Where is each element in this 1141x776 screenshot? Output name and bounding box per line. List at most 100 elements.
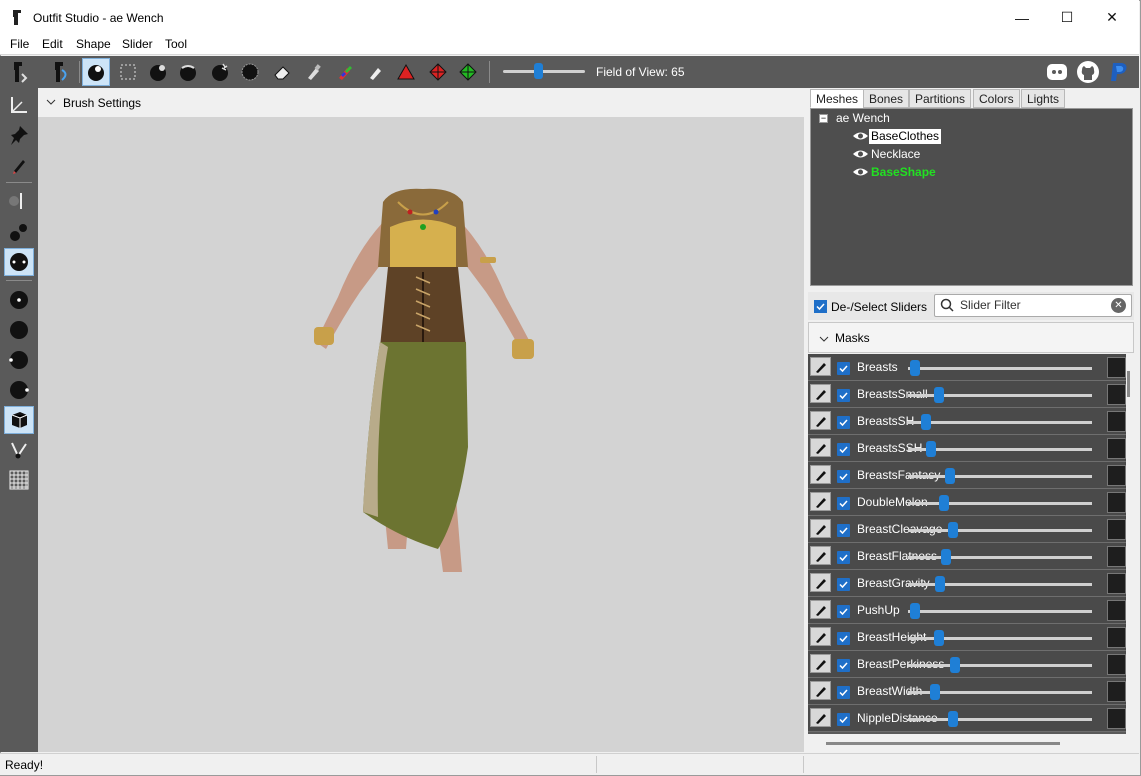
slider-edit-button[interactable] <box>810 681 831 700</box>
alpha-brush-button[interactable] <box>362 58 390 86</box>
brush-settings-bar[interactable] <box>38 88 804 117</box>
slider-value-box[interactable] <box>1107 438 1126 459</box>
slider-edit-button[interactable] <box>810 708 831 727</box>
discord-icon[interactable] <box>1046 61 1068 83</box>
slider-checkbox[interactable] <box>837 551 850 564</box>
undiff-brush-button[interactable] <box>236 58 264 86</box>
color-brush-button[interactable] <box>331 58 359 86</box>
deflate-brush-button[interactable] <box>144 58 172 86</box>
deselect-sliders-checkbox[interactable] <box>814 300 827 313</box>
slider-value-box[interactable] <box>1107 600 1126 621</box>
tab-bones[interactable]: Bones <box>863 89 910 108</box>
mesh-project-node[interactable]: ae Wench <box>836 111 890 126</box>
slider-edit-button[interactable] <box>810 411 831 430</box>
tab-partitions[interactable]: Partitions <box>909 89 972 108</box>
slider-value-box[interactable] <box>1107 654 1126 675</box>
tab-meshes[interactable]: Meshes <box>810 89 865 108</box>
inflate-brush-button[interactable] <box>82 58 110 86</box>
menu-slider[interactable]: Slider <box>122 37 153 51</box>
measure-tool-button[interactable] <box>4 91 34 119</box>
slider-edit-button[interactable] <box>810 654 831 673</box>
slider-value-box[interactable] <box>1107 465 1126 486</box>
pivot-button[interactable] <box>424 58 452 86</box>
slider-track[interactable] <box>908 475 1092 478</box>
slider-track[interactable] <box>908 421 1092 424</box>
slider-thumb[interactable] <box>933 387 944 403</box>
slider-value-box[interactable] <box>1107 573 1126 594</box>
slider-thumb[interactable] <box>926 441 937 457</box>
slider-value-box[interactable] <box>1107 492 1126 513</box>
slider-thumb[interactable] <box>944 468 955 484</box>
slider-value-box[interactable] <box>1107 357 1126 378</box>
right-point-button[interactable] <box>4 376 34 404</box>
slider-track[interactable] <box>908 529 1092 532</box>
weight-brush-button[interactable] <box>300 58 328 86</box>
slider-edit-button[interactable] <box>810 492 831 511</box>
slider-edit-button[interactable] <box>810 438 831 457</box>
bone-tool-button[interactable] <box>4 436 34 464</box>
slider-thumb[interactable] <box>940 549 951 565</box>
horizontal-scrollbar[interactable] <box>826 742 1060 745</box>
tab-colors[interactable]: Colors <box>973 89 1020 108</box>
slider-thumb[interactable] <box>939 495 950 511</box>
fov-slider-thumb[interactable] <box>534 63 543 79</box>
slider-checkbox[interactable] <box>837 686 850 699</box>
weld-tool-button[interactable] <box>4 218 34 246</box>
slider-edit-button[interactable] <box>810 357 831 376</box>
github-icon[interactable] <box>1076 60 1100 84</box>
slider-value-box[interactable] <box>1107 627 1126 648</box>
slider-checkbox[interactable] <box>837 470 850 483</box>
scrollbar-thumb[interactable] <box>1127 371 1130 397</box>
paypal-icon[interactable] <box>1108 60 1130 84</box>
tab-lights[interactable]: Lights <box>1021 89 1066 108</box>
slider-edit-button[interactable] <box>810 465 831 484</box>
slider-thumb[interactable] <box>909 603 920 619</box>
slider-value-box[interactable] <box>1107 708 1126 729</box>
slider-edit-button[interactable] <box>810 519 831 538</box>
mask-brush-button[interactable] <box>114 58 142 86</box>
slider-edit-button[interactable] <box>810 573 831 592</box>
eye-icon[interactable] <box>852 149 869 159</box>
slider-thumb[interactable] <box>933 630 944 646</box>
3d-viewport[interactable] <box>38 117 804 752</box>
collapse-toggle[interactable]: − <box>819 114 828 123</box>
reference-tool-button[interactable] <box>5 58 33 86</box>
slider-value-box[interactable] <box>1107 411 1126 432</box>
slider-value-box[interactable] <box>1107 546 1126 567</box>
slider-checkbox[interactable] <box>837 416 850 429</box>
slider-checkbox[interactable] <box>837 578 850 591</box>
menu-tool[interactable]: Tool <box>165 37 187 51</box>
slider-checkbox[interactable] <box>837 605 850 618</box>
slider-thumb[interactable] <box>950 657 961 673</box>
slider-list-scrollbar[interactable] <box>1126 354 1134 734</box>
close-button[interactable]: ✕ <box>1089 0 1135 35</box>
slider-thumb[interactable] <box>920 414 931 430</box>
slider-value-box[interactable] <box>1107 519 1126 540</box>
transform-button[interactable] <box>392 58 420 86</box>
minimize-button[interactable]: — <box>999 0 1045 35</box>
slider-value-box[interactable] <box>1107 384 1126 405</box>
grid-toggle-button[interactable] <box>4 466 34 494</box>
slider-track[interactable] <box>908 718 1092 721</box>
mesh-item-baseshape[interactable]: BaseShape <box>871 165 936 180</box>
deselect-sliders-label[interactable]: De-/Select Sliders <box>831 300 927 314</box>
eye-icon[interactable] <box>852 131 869 141</box>
menu-edit[interactable]: Edit <box>42 37 63 51</box>
smooth-brush-button[interactable] <box>206 58 234 86</box>
slider-thumb[interactable] <box>948 522 959 538</box>
slider-checkbox[interactable] <box>837 362 850 375</box>
slider-thumb[interactable] <box>909 360 920 376</box>
slider-edit-button[interactable] <box>810 600 831 619</box>
slider-thumb[interactable] <box>929 684 940 700</box>
slider-track[interactable] <box>908 502 1092 505</box>
slider-track[interactable] <box>908 664 1092 667</box>
point-select-button[interactable] <box>4 286 34 314</box>
slider-checkbox[interactable] <box>837 632 850 645</box>
menu-file[interactable]: File <box>10 37 29 51</box>
slider-checkbox[interactable] <box>837 659 850 672</box>
sphere-select-button[interactable] <box>4 316 34 344</box>
mesh-item-baseclothes[interactable]: BaseClothes <box>869 129 942 144</box>
slider-value-box[interactable] <box>1107 681 1126 702</box>
slider-checkbox[interactable] <box>837 524 850 537</box>
slider-track[interactable] <box>908 610 1092 613</box>
